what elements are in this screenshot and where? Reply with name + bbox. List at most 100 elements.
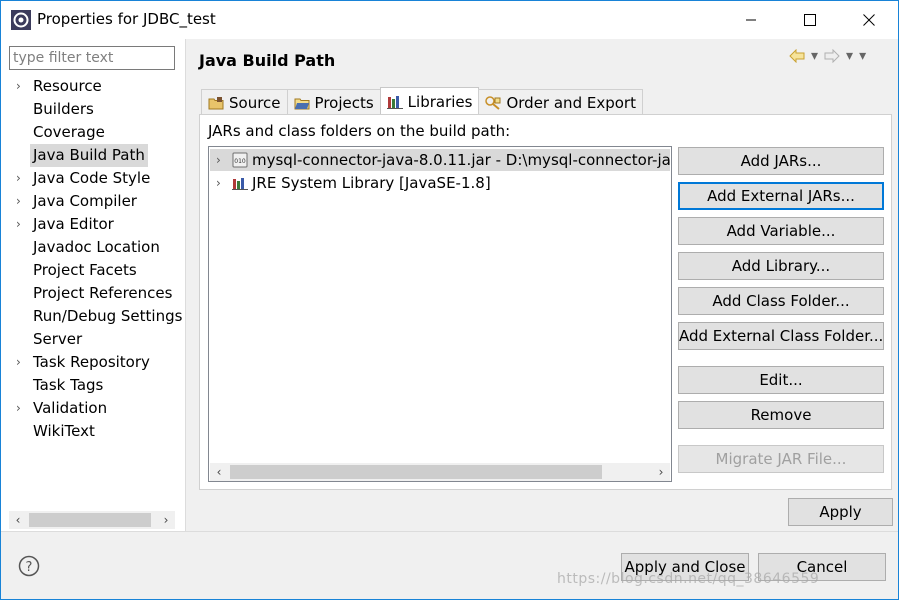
apply-button[interactable]: Apply [788, 498, 893, 526]
add-external-class-folder-button[interactable]: Add External Class Folder... [678, 322, 884, 350]
svg-text:?: ? [26, 560, 33, 575]
sidebar-item-label: Javadoc Location [33, 238, 160, 256]
maximize-icon [804, 14, 816, 26]
chevron-right-icon[interactable]: › [216, 149, 221, 171]
help-icon[interactable]: ? [18, 555, 40, 577]
chevron-right-icon[interactable]: › [16, 190, 21, 213]
chevron-right-icon[interactable]: › [16, 351, 21, 374]
add-variable-button[interactable]: Add Variable... [678, 217, 884, 245]
sidebar-item-project-facets[interactable]: Project Facets [1, 259, 185, 282]
sidebar-item-project-references[interactable]: Project References [1, 282, 185, 305]
sidebar-item-java-code-style[interactable]: › Java Code Style [1, 167, 185, 190]
sidebar-item-coverage[interactable]: Coverage [1, 121, 185, 144]
filter-input[interactable] [9, 46, 175, 70]
properties-dialog: Properties for JDBC_test › Resource Build… [0, 0, 899, 600]
category-tree: › Resource Builders Coverage Java Build P… [1, 75, 185, 443]
sidebar-item-label: Project Facets [33, 261, 137, 279]
chevron-right-icon[interactable]: › [16, 167, 21, 190]
sidebar-item-label: Project References [33, 284, 173, 302]
scroll-left-icon[interactable]: ‹ [9, 511, 27, 529]
tab-label: Projects [314, 93, 374, 112]
footer-divider [1, 531, 898, 532]
add-class-folder-button[interactable]: Add Class Folder... [678, 287, 884, 315]
libraries-label: JARs and class folders on the build path… [208, 122, 511, 140]
projects-folder-icon [294, 98, 310, 109]
close-button[interactable] [846, 1, 892, 39]
sidebar-item-task-repository[interactable]: › Task Repository [1, 351, 185, 374]
sidebar-item-task-tags[interactable]: Task Tags [1, 374, 185, 397]
sidebar-item-label: Validation [33, 399, 108, 417]
eclipse-icon [11, 10, 31, 30]
sidebar-item-label: Java Build Path [30, 144, 148, 167]
jar-file-icon: 010 [232, 152, 248, 168]
chevron-right-icon[interactable]: › [16, 397, 21, 420]
add-external-jars-button[interactable]: Add External JARs... [678, 182, 884, 210]
sidebar-item-java-editor[interactable]: › Java Editor [1, 213, 185, 236]
tree-item-mysql-connector-jar[interactable]: › 010 mysql-connector-java-8.0.11.jar - … [210, 149, 670, 171]
title-bar: Properties for JDBC_test [1, 1, 898, 39]
sidebar-item-server[interactable]: Server [1, 328, 185, 351]
tab-label: Libraries [407, 92, 473, 111]
tab-libraries[interactable]: Libraries [379, 87, 480, 115]
sidebar-item-java-build-path[interactable]: Java Build Path [1, 144, 185, 167]
scroll-right-icon[interactable]: › [652, 463, 670, 481]
sidebar-item-label: Java Editor [33, 215, 114, 233]
category-pane: › Resource Builders Coverage Java Build P… [1, 39, 186, 531]
sidebar-item-label: Resource [33, 77, 102, 95]
minimize-button[interactable] [728, 1, 774, 39]
tab-label: Order and Export [506, 93, 636, 112]
minimize-icon [746, 19, 756, 21]
back-dropdown-icon[interactable]: ▾ [811, 48, 818, 64]
chevron-right-icon[interactable]: › [16, 213, 21, 236]
tree-item-jre-system-library[interactable]: › JRE System Library [JavaSE-1.8] [210, 172, 670, 194]
source-folder-icon [208, 96, 224, 109]
tab-label: Source [229, 93, 281, 112]
sidebar-item-run-debug-settings[interactable]: Run/Debug Settings [1, 305, 185, 328]
back-arrow-icon[interactable] [789, 49, 805, 63]
sidebar-item-label: Java Compiler [33, 192, 137, 210]
close-icon [863, 14, 875, 26]
chevron-right-icon[interactable]: › [16, 75, 21, 98]
sidebar-item-javadoc-location[interactable]: Javadoc Location [1, 236, 185, 259]
libraries-icon [386, 95, 403, 109]
sidebar-item-validation[interactable]: › Validation [1, 397, 185, 420]
scrollbar-thumb[interactable] [29, 513, 151, 527]
sidebar-item-builders[interactable]: Builders [1, 98, 185, 121]
watermark: https://blog.csdn.net/qq_38646559 [557, 571, 820, 587]
migrate-jar-button[interactable]: Migrate JAR File... [678, 445, 884, 473]
sidebar-item-label: Server [33, 330, 83, 348]
build-path-tree[interactable]: › 010 mysql-connector-java-8.0.11.jar - … [208, 146, 672, 482]
scrollbar-thumb[interactable] [230, 465, 602, 479]
add-library-button[interactable]: Add Library... [678, 252, 884, 280]
build-path-tabs: Source Projects Libraries Order and Expo… [201, 87, 643, 115]
sidebar-item-label: Task Repository [33, 353, 150, 371]
window-title: Properties for JDBC_test [37, 10, 216, 28]
remove-button[interactable]: Remove [678, 401, 884, 429]
sidebar-item-label: Builders [33, 100, 94, 118]
forward-dropdown-icon[interactable]: ▾ [846, 48, 853, 64]
sidebar-horizontal-scrollbar[interactable]: ‹ › [9, 511, 175, 529]
scroll-right-icon[interactable]: › [157, 511, 175, 529]
tab-source[interactable]: Source [201, 89, 288, 115]
tab-order-and-export[interactable]: Order and Export [478, 89, 643, 115]
svg-text:010: 010 [234, 158, 246, 165]
history-navigation: ▾ ▾ ▾ [789, 48, 866, 64]
sidebar-item-java-compiler[interactable]: › Java Compiler [1, 190, 185, 213]
library-icon [232, 178, 248, 190]
tree-horizontal-scrollbar[interactable]: ‹ › [210, 463, 670, 481]
chevron-right-icon[interactable]: › [216, 172, 221, 194]
sidebar-item-resource[interactable]: › Resource [1, 75, 185, 98]
tab-projects[interactable]: Projects [286, 89, 381, 115]
scroll-left-icon[interactable]: ‹ [210, 463, 228, 481]
forward-arrow-icon[interactable] [824, 49, 840, 63]
maximize-button[interactable] [787, 1, 833, 39]
view-menu-icon[interactable]: ▾ [859, 48, 866, 64]
order-export-icon [485, 95, 501, 110]
libraries-panel: JARs and class folders on the build path… [199, 114, 892, 490]
edit-button[interactable]: Edit... [678, 366, 884, 394]
tree-item-label: mysql-connector-java-8.0.11.jar - D:\mys… [252, 151, 670, 169]
sidebar-item-wikitext[interactable]: WikiText [1, 420, 185, 443]
tree-item-label: JRE System Library [JavaSE-1.8] [252, 174, 491, 192]
sidebar-item-label: WikiText [33, 422, 95, 440]
add-jars-button[interactable]: Add JARs... [678, 147, 884, 175]
